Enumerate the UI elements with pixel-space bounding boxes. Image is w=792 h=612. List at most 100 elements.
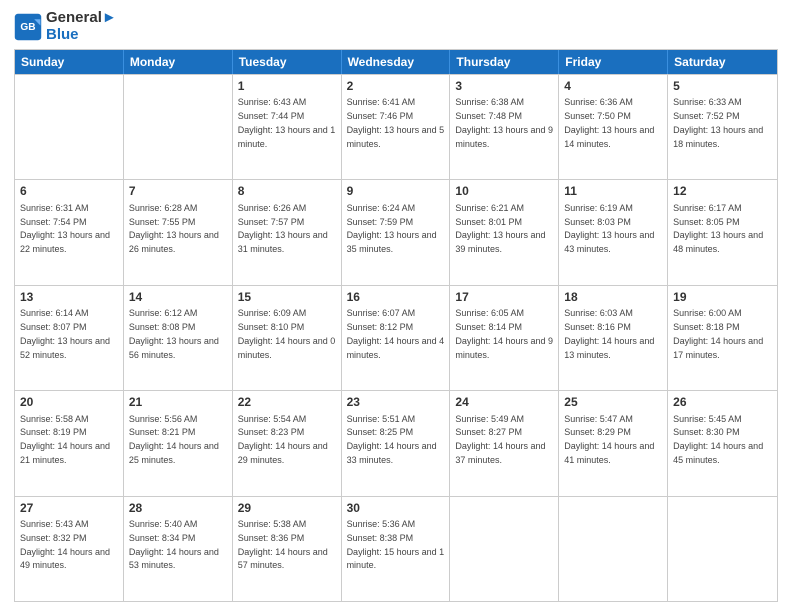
- cal-cell-day-26: 26 Sunrise: 5:45 AM Sunset: 8:30 PM Dayli…: [668, 391, 777, 495]
- cell-info: Sunrise: 6:33 AM Sunset: 7:52 PM Dayligh…: [673, 97, 763, 148]
- cal-cell-day-8: 8 Sunrise: 6:26 AM Sunset: 7:57 PM Daylig…: [233, 180, 342, 284]
- cell-info: Sunrise: 5:40 AM Sunset: 8:34 PM Dayligh…: [129, 519, 219, 570]
- cal-cell-day-21: 21Sunrise: 5:56 AM Sunset: 8:21 PM Dayli…: [124, 391, 233, 495]
- cal-cell-empty: [450, 497, 559, 601]
- cell-info: Sunrise: 6:03 AM Sunset: 8:16 PM Dayligh…: [564, 308, 654, 359]
- cell-info: Sunrise: 6:26 AM Sunset: 7:57 PM Dayligh…: [238, 203, 328, 254]
- day-number: 24: [455, 394, 553, 411]
- cal-cell-day-22: 22 Sunrise: 5:54 AM Sunset: 8:23 PM Dayli…: [233, 391, 342, 495]
- cell-info: Sunrise: 6:28 AM Sunset: 7:55 PM Dayligh…: [129, 203, 219, 254]
- cell-info: Sunrise: 5:56 AM Sunset: 8:21 PM Dayligh…: [129, 414, 219, 465]
- day-number: 8: [238, 183, 336, 200]
- cell-info: Sunrise: 6:24 AM Sunset: 7:59 PM Dayligh…: [347, 203, 437, 254]
- cal-cell-day-25: 25 Sunrise: 5:47 AM Sunset: 8:29 PM Dayli…: [559, 391, 668, 495]
- header-day-wednesday: Wednesday: [342, 50, 451, 74]
- day-number: 10: [455, 183, 553, 200]
- cal-cell-day-5: 5 Sunrise: 6:33 AM Sunset: 7:52 PM Daylig…: [668, 75, 777, 179]
- cell-info: Sunrise: 5:36 AM Sunset: 8:38 PM Dayligh…: [347, 519, 445, 570]
- day-number: 29: [238, 500, 336, 517]
- cal-cell-day-30: 30 Sunrise: 5:36 AM Sunset: 8:38 PM Dayli…: [342, 497, 451, 601]
- header-day-tuesday: Tuesday: [233, 50, 342, 74]
- day-number: 30: [347, 500, 445, 517]
- cell-info: Sunrise: 6:09 AM Sunset: 8:10 PM Dayligh…: [238, 308, 336, 359]
- cal-cell-empty: [124, 75, 233, 179]
- calendar-page: GB General► Blue SundayMondayTuesdayWedn…: [0, 0, 792, 612]
- cell-info: Sunrise: 6:19 AM Sunset: 8:03 PM Dayligh…: [564, 203, 654, 254]
- cal-cell-day-14: 14 Sunrise: 6:12 AM Sunset: 8:08 PM Dayli…: [124, 286, 233, 390]
- cal-cell-day-12: 12 Sunrise: 6:17 AM Sunset: 8:05 PM Dayli…: [668, 180, 777, 284]
- day-number: 14: [129, 289, 227, 306]
- day-number: 13: [20, 289, 118, 306]
- header-day-sunday: Sunday: [15, 50, 124, 74]
- cell-info: Sunrise: 5:51 AM Sunset: 8:25 PM Dayligh…: [347, 414, 437, 465]
- cal-cell-empty: [668, 497, 777, 601]
- cal-cell-day-24: 24 Sunrise: 5:49 AM Sunset: 8:27 PM Dayli…: [450, 391, 559, 495]
- cell-info: Sunrise: 6:38 AM Sunset: 7:48 PM Dayligh…: [455, 97, 553, 148]
- day-number: 25: [564, 394, 662, 411]
- cal-row-1: 6 Sunrise: 6:31 AM Sunset: 7:54 PM Daylig…: [15, 179, 777, 284]
- day-number: 11: [564, 183, 662, 200]
- cell-info: Sunrise: 5:38 AM Sunset: 8:36 PM Dayligh…: [238, 519, 328, 570]
- cell-info: Sunrise: 6:31 AM Sunset: 7:54 PM Dayligh…: [20, 203, 110, 254]
- day-number: 6: [20, 183, 118, 200]
- cal-cell-day-27: 27 Sunrise: 5:43 AM Sunset: 8:32 PM Dayli…: [15, 497, 124, 601]
- cell-info: Sunrise: 5:43 AM Sunset: 8:32 PM Dayligh…: [20, 519, 110, 570]
- cal-row-2: 13 Sunrise: 6:14 AM Sunset: 8:07 PM Dayli…: [15, 285, 777, 390]
- svg-text:GB: GB: [20, 22, 35, 33]
- cal-cell-day-23: 23 Sunrise: 5:51 AM Sunset: 8:25 PM Dayli…: [342, 391, 451, 495]
- cal-cell-day-28: 28 Sunrise: 5:40 AM Sunset: 8:34 PM Dayli…: [124, 497, 233, 601]
- day-number: 18: [564, 289, 662, 306]
- cal-cell-day-20: 20 Sunrise: 5:58 AM Sunset: 8:19 PM Dayli…: [15, 391, 124, 495]
- cal-cell-day-18: 18 Sunrise: 6:03 AM Sunset: 8:16 PM Dayli…: [559, 286, 668, 390]
- cal-cell-day-10: 10 Sunrise: 6:21 AM Sunset: 8:01 PM Dayli…: [450, 180, 559, 284]
- cell-info: Sunrise: 6:17 AM Sunset: 8:05 PM Dayligh…: [673, 203, 763, 254]
- header: GB General► Blue: [14, 10, 778, 43]
- calendar-header: SundayMondayTuesdayWednesdayThursdayFrid…: [15, 50, 777, 74]
- header-day-monday: Monday: [124, 50, 233, 74]
- cal-cell-day-17: 17Sunrise: 6:05 AM Sunset: 8:14 PM Dayli…: [450, 286, 559, 390]
- cal-cell-day-29: 29 Sunrise: 5:38 AM Sunset: 8:36 PM Dayli…: [233, 497, 342, 601]
- cell-info: Sunrise: 6:12 AM Sunset: 8:08 PM Dayligh…: [129, 308, 219, 359]
- day-number: 5: [673, 78, 772, 95]
- cell-info: Sunrise: 5:54 AM Sunset: 8:23 PM Dayligh…: [238, 414, 328, 465]
- day-number: 23: [347, 394, 445, 411]
- day-number: 1: [238, 78, 336, 95]
- cell-info: Sunrise: 5:47 AM Sunset: 8:29 PM Dayligh…: [564, 414, 654, 465]
- cell-info: Sunrise: 5:58 AM Sunset: 8:19 PM Dayligh…: [20, 414, 110, 465]
- cell-info: Sunrise: 5:49 AM Sunset: 8:27 PM Dayligh…: [455, 414, 545, 465]
- cell-info: Sunrise: 6:07 AM Sunset: 8:12 PM Dayligh…: [347, 308, 445, 359]
- calendar: SundayMondayTuesdayWednesdayThursdayFrid…: [14, 49, 778, 602]
- day-number: 12: [673, 183, 772, 200]
- day-number: 15: [238, 289, 336, 306]
- logo-text: General► Blue: [46, 10, 117, 43]
- calendar-body: 1 Sunrise: 6:43 AM Sunset: 7:44 PM Daylig…: [15, 74, 777, 601]
- day-number: 4: [564, 78, 662, 95]
- cell-info: Sunrise: 6:43 AM Sunset: 7:44 PM Dayligh…: [238, 97, 336, 148]
- day-number: 2: [347, 78, 445, 95]
- cal-cell-day-15: 15 Sunrise: 6:09 AM Sunset: 8:10 PM Dayli…: [233, 286, 342, 390]
- cal-cell-day-4: 4 Sunrise: 6:36 AM Sunset: 7:50 PM Daylig…: [559, 75, 668, 179]
- cal-cell-day-1: 1 Sunrise: 6:43 AM Sunset: 7:44 PM Daylig…: [233, 75, 342, 179]
- day-number: 3: [455, 78, 553, 95]
- logo-icon: GB: [14, 13, 42, 41]
- cal-cell-day-3: 3 Sunrise: 6:38 AM Sunset: 7:48 PM Daylig…: [450, 75, 559, 179]
- day-number: 17: [455, 289, 553, 306]
- cal-cell-empty: [559, 497, 668, 601]
- cell-info: Sunrise: 6:41 AM Sunset: 7:46 PM Dayligh…: [347, 97, 445, 148]
- day-number: 20: [20, 394, 118, 411]
- day-number: 26: [673, 394, 772, 411]
- day-number: 22: [238, 394, 336, 411]
- cell-info: Sunrise: 6:36 AM Sunset: 7:50 PM Dayligh…: [564, 97, 654, 148]
- header-day-friday: Friday: [559, 50, 668, 74]
- cal-row-3: 20 Sunrise: 5:58 AM Sunset: 8:19 PM Dayli…: [15, 390, 777, 495]
- cell-info: Sunrise: 6:14 AM Sunset: 8:07 PM Dayligh…: [20, 308, 110, 359]
- cell-info: Sunrise: 6:21 AM Sunset: 8:01 PM Dayligh…: [455, 203, 545, 254]
- cal-cell-empty: [15, 75, 124, 179]
- cell-info: Sunrise: 5:45 AM Sunset: 8:30 PM Dayligh…: [673, 414, 763, 465]
- cal-cell-day-6: 6 Sunrise: 6:31 AM Sunset: 7:54 PM Daylig…: [15, 180, 124, 284]
- cal-cell-day-2: 2 Sunrise: 6:41 AM Sunset: 7:46 PM Daylig…: [342, 75, 451, 179]
- day-number: 27: [20, 500, 118, 517]
- day-number: 28: [129, 500, 227, 517]
- logo: GB General► Blue: [14, 10, 117, 43]
- header-day-saturday: Saturday: [668, 50, 777, 74]
